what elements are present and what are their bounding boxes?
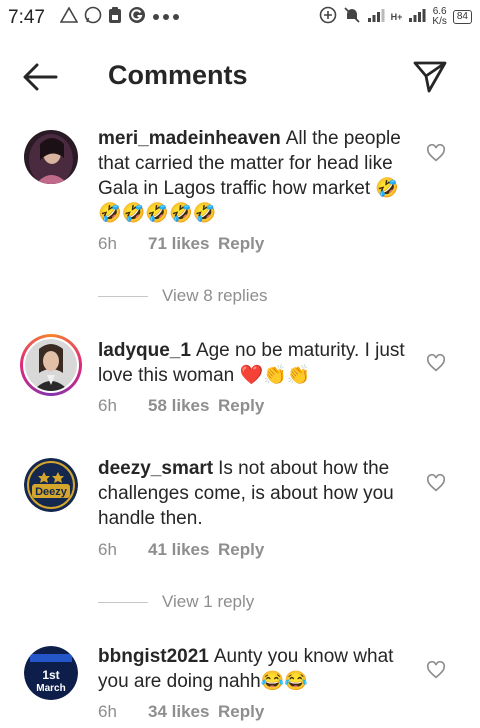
comment-body: deezy_smart Is not about how the challeng… <box>98 456 410 531</box>
replies-divider <box>98 295 148 297</box>
page-title: Comments <box>108 60 248 90</box>
comment-username[interactable]: deezy_smart <box>98 458 213 479</box>
heart-icon <box>426 660 446 679</box>
reply-button[interactable]: Reply <box>218 234 264 254</box>
comment-likes[interactable]: 41 likes <box>148 540 218 560</box>
reply-button[interactable]: Reply <box>218 396 264 416</box>
like-button[interactable] <box>426 353 448 374</box>
status-bar: 7:47 H+ 6.6 K/s 84 <box>0 0 480 36</box>
replies-divider <box>98 601 148 603</box>
heart-icon <box>426 143 446 162</box>
comment-username[interactable]: ladyque_1 <box>98 340 191 361</box>
reply-button[interactable]: Reply <box>218 702 264 722</box>
back-arrow-icon <box>23 63 58 91</box>
avatar[interactable] <box>20 334 82 396</box>
comment-time: 6h <box>98 702 117 721</box>
network-speed: 6.6 K/s <box>432 6 447 27</box>
view-replies-label: View 1 reply <box>162 592 255 611</box>
back-button[interactable] <box>22 62 62 92</box>
share-button[interactable] <box>412 60 450 94</box>
like-button[interactable] <box>426 660 448 681</box>
comment-time: 6h <box>98 396 117 415</box>
avatar[interactable]: Deezy <box>24 458 78 512</box>
heart-icon <box>426 353 446 372</box>
comment-likes[interactable]: 34 likes <box>148 702 218 722</box>
comments-header: Comments <box>0 44 480 108</box>
comment-meta: 6h 58 likes Reply <box>98 396 264 416</box>
mute-icon <box>343 6 361 29</box>
comment-body: bbngist2021 Aunty you know what you are d… <box>98 644 410 694</box>
comment-time: 6h <box>98 540 117 559</box>
g-app-icon <box>128 6 146 29</box>
like-button[interactable] <box>426 473 448 494</box>
reply-button[interactable]: Reply <box>218 540 264 560</box>
like-button[interactable] <box>426 143 448 164</box>
view-replies-button[interactable]: View 1 reply <box>98 592 254 612</box>
warning-icon <box>59 5 79 28</box>
status-time: 7:47 <box>8 7 45 28</box>
battery-indicator: 84 <box>452 10 472 24</box>
avatar[interactable]: 1st March <box>24 646 78 700</box>
comment-body: meri_madeinheaven All the people that car… <box>98 126 410 226</box>
data-saver-icon <box>319 6 337 29</box>
notification-icons <box>59 5 180 29</box>
system-icons: H+ 6.6 K/s 84 <box>319 5 472 29</box>
avatar[interactable] <box>24 130 78 184</box>
view-replies-button[interactable]: View 8 replies <box>98 286 268 306</box>
whatsapp-icon <box>84 6 102 29</box>
avatar-text-top: 1st <box>42 668 59 682</box>
comment-likes[interactable]: 58 likes <box>148 396 218 416</box>
more-dots-icon <box>152 8 180 26</box>
comment-username[interactable]: bbngist2021 <box>98 646 209 667</box>
comment-body: ladyque_1 Age no be maturity. I just love… <box>98 338 410 388</box>
view-replies-label: View 8 replies <box>162 286 268 305</box>
avatar-logo-text: Deezy <box>35 486 68 498</box>
signal-icon-2 <box>408 7 426 28</box>
avatar-text-bottom: March <box>36 683 65 694</box>
comment-time: 6h <box>98 234 117 253</box>
paper-plane-icon <box>413 61 447 93</box>
clipboard-icon <box>108 6 122 29</box>
network-type-label: H+ <box>390 12 403 22</box>
signal-icon-1 <box>367 7 385 28</box>
comment-likes[interactable]: 71 likes <box>148 234 218 254</box>
heart-icon <box>426 473 446 492</box>
comment-meta: 6h 71 likes Reply <box>98 234 264 254</box>
comment-meta: 6h 34 likes Reply <box>98 702 264 722</box>
comment-meta: 6h 41 likes Reply <box>98 540 264 560</box>
comment-username[interactable]: meri_madeinheaven <box>98 128 281 149</box>
